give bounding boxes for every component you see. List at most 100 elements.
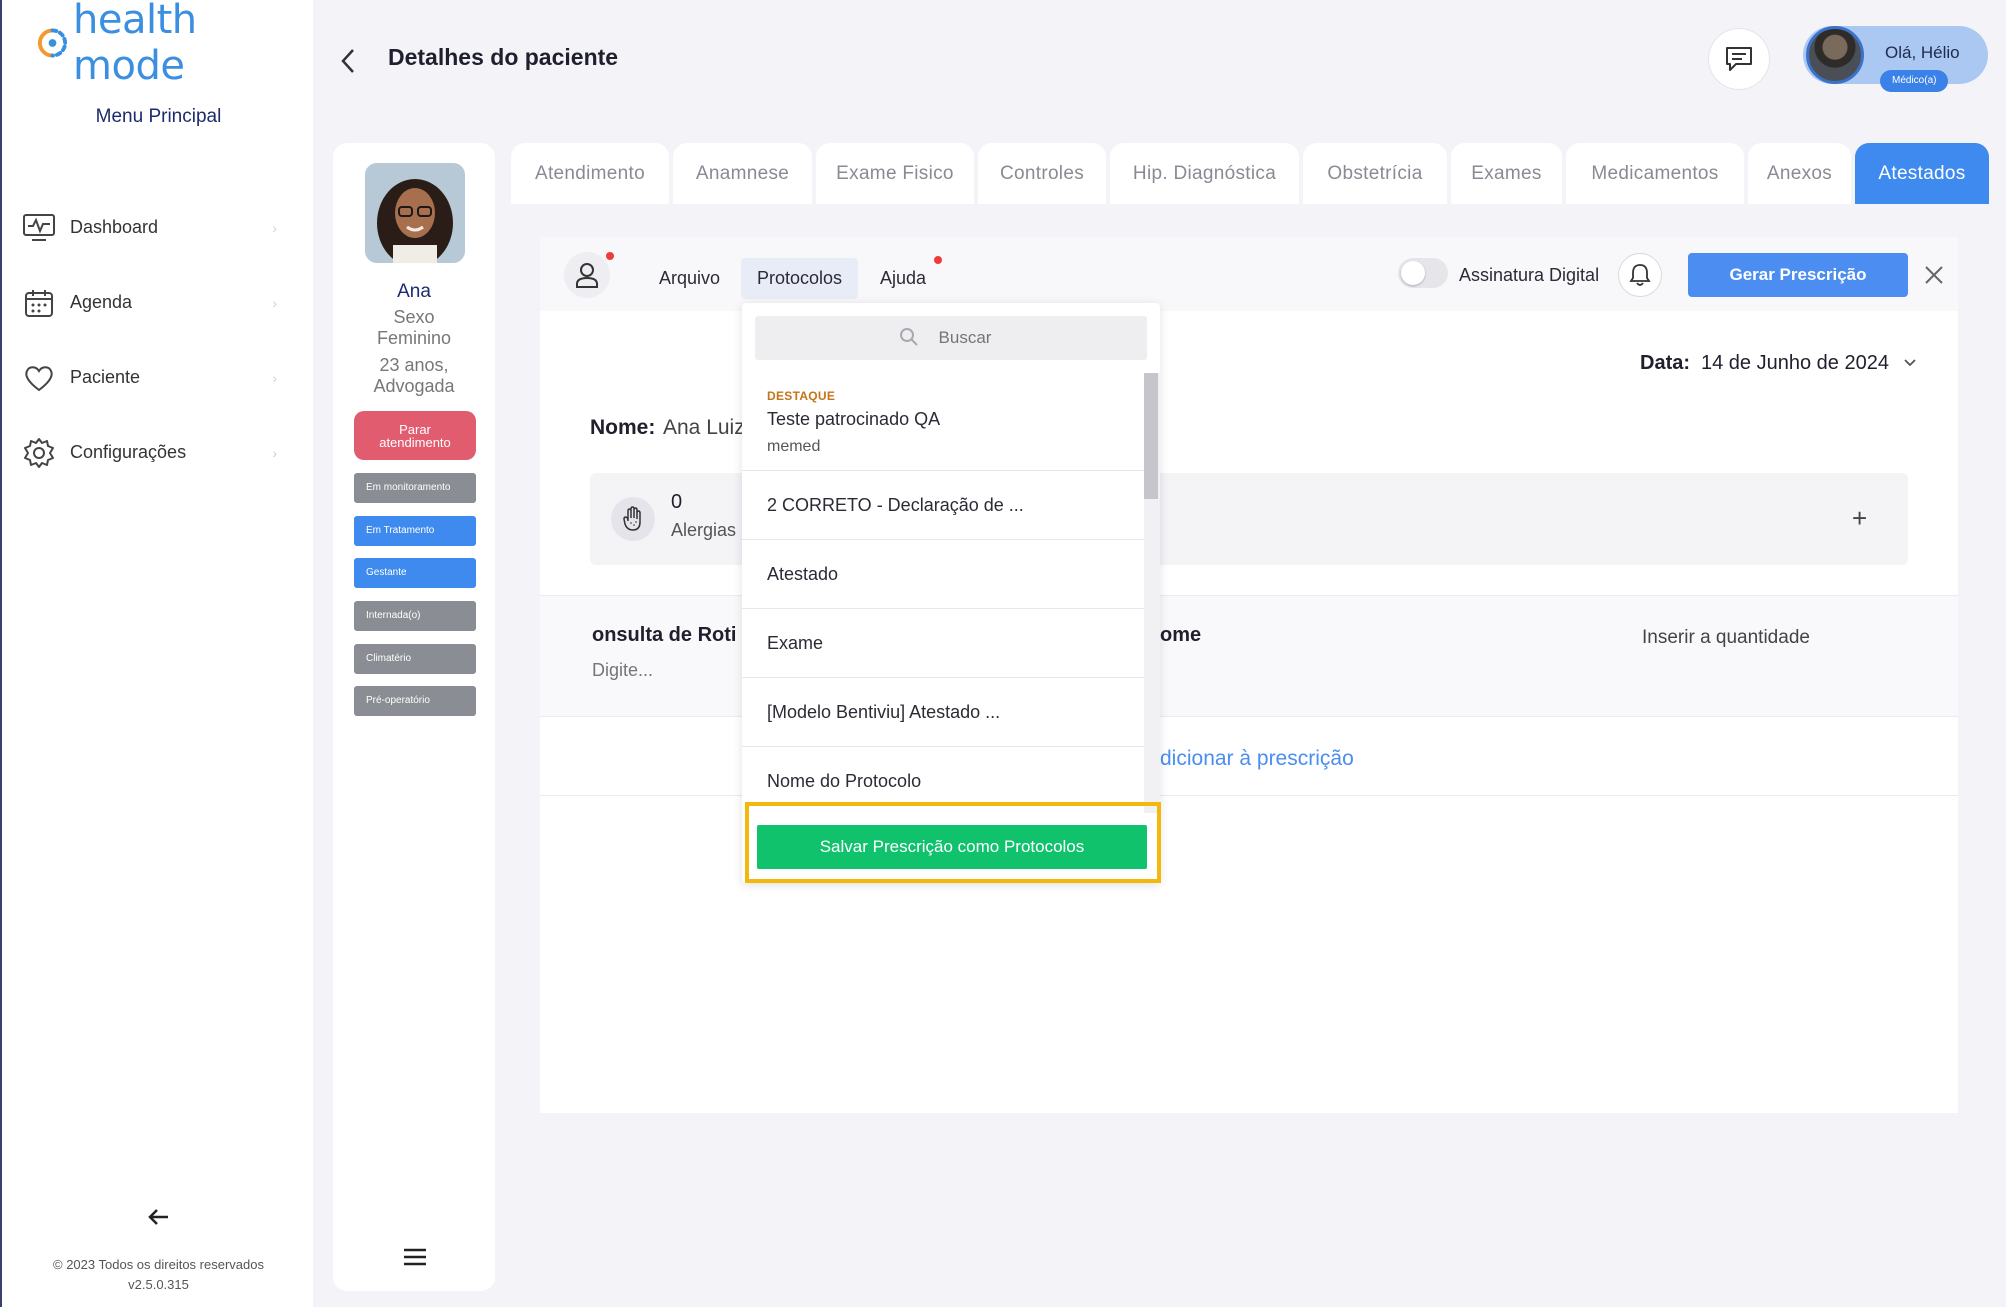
protocol-item[interactable]: Exame [742,609,1144,678]
chevron-right-icon: › [272,219,277,236]
protocols-dropdown: DESTAQUE Teste patrocinado QA memed 2 CO… [742,303,1160,883]
protocol-item-label: 2 CORRETO - Declaração de ... [767,494,1024,515]
protocol-item[interactable]: 2 CORRETO - Declaração de ... [742,471,1144,540]
patient-tabs: Atendimento Anamnese Exame Fisico Contro… [511,143,1993,204]
featured-title: Teste patrocinado QA [767,409,941,429]
sidebar-item-agenda[interactable]: Agenda › [22,265,277,340]
protocol-item-label: Nome do Protocolo [767,771,922,791]
patient-sex-value: Feminino [376,328,452,348]
quantity-label[interactable]: Inserir a quantidade [1642,627,1810,649]
tab-obstetricia[interactable]: Obstetrícia [1303,143,1447,204]
patient-card: Ana Sexo Feminino 23 anos, Advogada Para… [333,143,495,1291]
sidebar: health mode Menu Principal Dashboard › A… [0,0,313,1307]
sidebar-item-label: Configurações [70,442,187,462]
version-text: v2.5.0.315 [128,1277,189,1292]
bell-icon [1629,264,1651,286]
protocol-item-label: [Modelo Bentiviu] Atestado ... [767,701,1001,722]
menu-ajuda[interactable]: Ajuda [880,268,926,289]
tag-pre-operatorio[interactable]: Pré-operatório [354,686,476,716]
allergy-label: Alergias [671,520,737,540]
consult-input[interactable] [592,660,742,681]
hamburger-menu-icon[interactable] [403,1248,427,1266]
sidebar-item-dashboard[interactable]: Dashboard › [22,190,277,265]
featured-kicker: DESTAQUE [767,389,836,403]
tab-medicamentos[interactable]: Medicamentos [1566,143,1744,204]
copyright: © 2023 Todos os direitos reservados v2.5… [2,1255,315,1295]
digital-signature-toggle[interactable] [1398,258,1448,288]
tab-atendimento[interactable]: Atendimento [511,143,669,204]
dropdown-scrollbar-thumb[interactable] [1144,373,1158,499]
logo-text: health mode [73,0,197,89]
page-title: Detalhes do paciente [388,44,619,70]
sidebar-item-label: Agenda [70,292,133,312]
patient-occupation: Advogada [373,376,455,396]
sidebar-item-configuracoes[interactable]: Configurações › [22,415,277,490]
tag-monitoramento[interactable]: Em monitoramento [354,473,476,503]
tab-hip-diagnostica[interactable]: Hip. Diagnóstica [1110,143,1299,204]
search-icon [900,328,918,346]
sidebar-item-paciente[interactable]: Paciente › [22,340,277,415]
allergy-count: 0 [671,491,683,513]
tag-gestante[interactable]: Gestante [354,558,476,588]
tab-controles[interactable]: Controles [978,143,1106,204]
patient-photo [365,163,465,263]
notifications-button[interactable] [1618,253,1662,297]
tab-anexos[interactable]: Anexos [1748,143,1851,204]
tag-tratamento[interactable]: Em Tratamento [354,516,476,546]
sidebar-nav: Dashboard › Agenda › Paciente › Configur… [22,190,277,490]
avatar[interactable] [1806,26,1864,84]
name-column-label: ome [1160,624,1202,646]
patient-name: Ana [397,281,431,302]
calendar-icon [22,286,56,320]
user-greeting: Olá, Hélio [1885,43,1960,62]
monitor-icon [22,211,56,245]
patient-name-label: Nome: [590,416,656,439]
protocol-search-input[interactable] [755,316,1147,360]
gear-icon [22,436,56,470]
protocol-item-label: Atestado [767,563,839,584]
close-icon[interactable] [1923,264,1945,286]
chevron-down-icon[interactable] [1902,355,1918,371]
back-chevron-icon[interactable] [333,44,363,78]
sidebar-item-label: Paciente [70,367,141,387]
stop-attendance-button[interactable]: Parar atendimento [354,411,476,460]
consult-title: onsulta de Roti [592,624,737,646]
protocol-list: DESTAQUE Teste patrocinado QA memed 2 CO… [742,373,1144,816]
add-to-prescription-link[interactable]: dicionar à prescrição [1160,747,1354,771]
tab-atestados[interactable]: Atestados [1855,143,1989,204]
add-allergy-button[interactable]: + [1852,503,1867,534]
collapse-sidebar-arrow-icon[interactable] [144,1202,174,1232]
chevron-right-icon: › [272,444,277,461]
user-role-badge: Médico(a) [1880,70,1949,92]
generate-prescription-button[interactable]: Gerar Prescrição [1688,253,1908,297]
menu-protocolos[interactable]: Protocolos [741,258,859,299]
chevron-right-icon: › [272,369,277,386]
date-label: Data: [1640,352,1691,374]
sidebar-item-label: Dashboard [70,217,159,237]
logo-mark-icon [37,28,68,58]
logo[interactable]: health mode [36,0,313,89]
heart-icon [22,361,56,395]
menu-arquivo[interactable]: Arquivo [659,268,720,289]
tag-internada[interactable]: Internada(o) [354,601,476,631]
protocol-item[interactable]: Atestado [742,540,1144,609]
tab-exame-fisico[interactable]: Exame Fisico [816,143,974,204]
chat-icon [1726,47,1752,71]
digital-signature-label: Assinatura Digital [1459,265,1600,285]
protocol-item[interactable]: [Modelo Bentiviu] Atestado ... [742,678,1144,747]
featured-subtitle: memed [767,438,821,455]
protocol-featured-item[interactable]: DESTAQUE Teste patrocinado QA memed [742,373,1144,471]
patient-name-value: Ana Luiz [663,416,745,439]
date-value[interactable]: 14 de Junho de 2024 [1701,352,1889,375]
tag-climaterio[interactable]: Climatério [354,644,476,674]
patient-sex-label: Sexo [393,307,435,327]
patient-profile-button[interactable] [564,252,610,298]
protocol-item-label: Exame [767,632,824,653]
chat-button[interactable] [1708,28,1770,90]
notification-dot [934,256,942,264]
tab-anamnese[interactable]: Anamnese [673,143,812,204]
chevron-right-icon: › [272,294,277,311]
menu-title: Menu Principal [95,106,222,127]
tab-exames[interactable]: Exames [1451,143,1562,204]
save-as-protocol-button[interactable]: Salvar Prescrição como Protocolos [757,825,1147,869]
